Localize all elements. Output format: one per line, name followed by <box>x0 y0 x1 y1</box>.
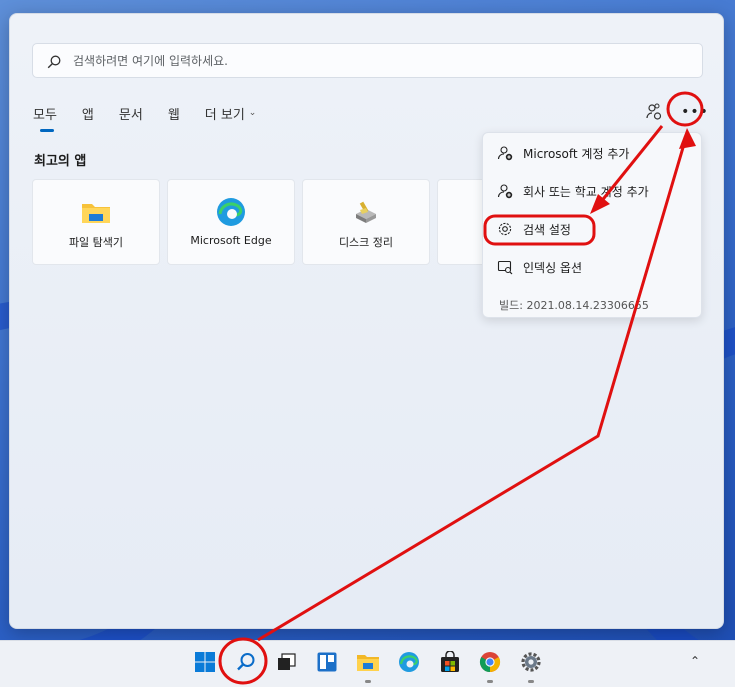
folder-icon <box>80 196 112 228</box>
widgets-icon <box>316 651 338 677</box>
taskbar-file-explorer[interactable] <box>353 649 383 683</box>
disk-cleanup-icon <box>350 196 382 228</box>
windows-start-icon <box>194 651 216 677</box>
tab-more[interactable]: 더 보기 ⌄ <box>205 102 257 132</box>
tray-chevron-up-icon[interactable]: ⌃ <box>690 654 700 668</box>
taskbar-widgets[interactable] <box>312 649 342 679</box>
app-tile-edge[interactable]: Microsoft Edge <box>167 179 295 265</box>
chrome-icon <box>479 651 501 677</box>
running-indicator <box>365 680 371 683</box>
taskbar-store[interactable] <box>435 649 465 679</box>
taskbar-settings[interactable] <box>516 649 546 683</box>
settings-icon <box>520 651 542 677</box>
search-panel-toolbar: ••• <box>644 100 708 124</box>
app-tile-file-explorer[interactable]: 파일 탐색기 <box>32 179 160 265</box>
taskbar-task-view[interactable] <box>271 649 301 679</box>
file-explorer-icon <box>356 651 380 677</box>
ellipsis-icon: ••• <box>681 104 709 120</box>
taskbar-edge[interactable] <box>394 649 424 679</box>
app-tile-disk-cleanup[interactable]: 디스크 정리 <box>302 179 430 265</box>
taskbar-start-button[interactable] <box>190 649 220 679</box>
search-icon <box>235 651 257 677</box>
menu-item-indexing-options[interactable]: 인덱싱 옵션 <box>483 249 701 285</box>
tab-web[interactable]: 웹 <box>168 102 180 132</box>
person-add-icon <box>497 145 513 161</box>
person-add-icon <box>497 183 513 199</box>
running-indicator <box>487 680 493 683</box>
tab-apps[interactable]: 앱 <box>82 102 94 132</box>
more-options-button[interactable]: ••• <box>681 100 709 124</box>
menu-item-search-settings[interactable]: 검색 설정 <box>483 211 701 247</box>
chevron-down-icon: ⌄ <box>248 108 257 118</box>
search-input[interactable] <box>71 52 702 69</box>
task-view-icon <box>275 651 297 677</box>
edge-icon <box>398 651 420 677</box>
section-title-top-apps: 최고의 앱 <box>34 154 87 169</box>
search-icon <box>47 54 61 68</box>
tab-all[interactable]: 모두 <box>33 102 57 132</box>
taskbar <box>0 640 735 687</box>
running-indicator <box>528 680 534 683</box>
menu-item-add-work-account[interactable]: 회사 또는 학교 계정 추가 <box>483 173 701 209</box>
gear-icon <box>497 221 513 237</box>
more-options-menu: Microsoft 계정 추가 회사 또는 학교 계정 추가 검색 설정 인덱싱… <box>482 132 702 318</box>
indexing-icon <box>497 259 513 275</box>
tab-documents[interactable]: 문서 <box>119 102 143 132</box>
menu-item-add-microsoft-account[interactable]: Microsoft 계정 추가 <box>483 135 701 171</box>
store-icon <box>439 650 461 677</box>
taskbar-search-button[interactable] <box>231 649 261 679</box>
search-box[interactable] <box>32 43 703 78</box>
build-version: 빌드: 2021.08.14.23306655 <box>499 299 649 312</box>
edge-icon <box>215 196 247 228</box>
search-tabs: 모두 앱 문서 웹 더 보기 ⌄ <box>33 102 281 132</box>
search-panel: 모두 앱 문서 웹 더 보기 ⌄ ••• 최고의 앱 파일 탐색기 Micros… <box>9 13 724 629</box>
taskbar-chrome[interactable] <box>475 649 505 683</box>
account-switch-icon[interactable] <box>644 102 664 122</box>
